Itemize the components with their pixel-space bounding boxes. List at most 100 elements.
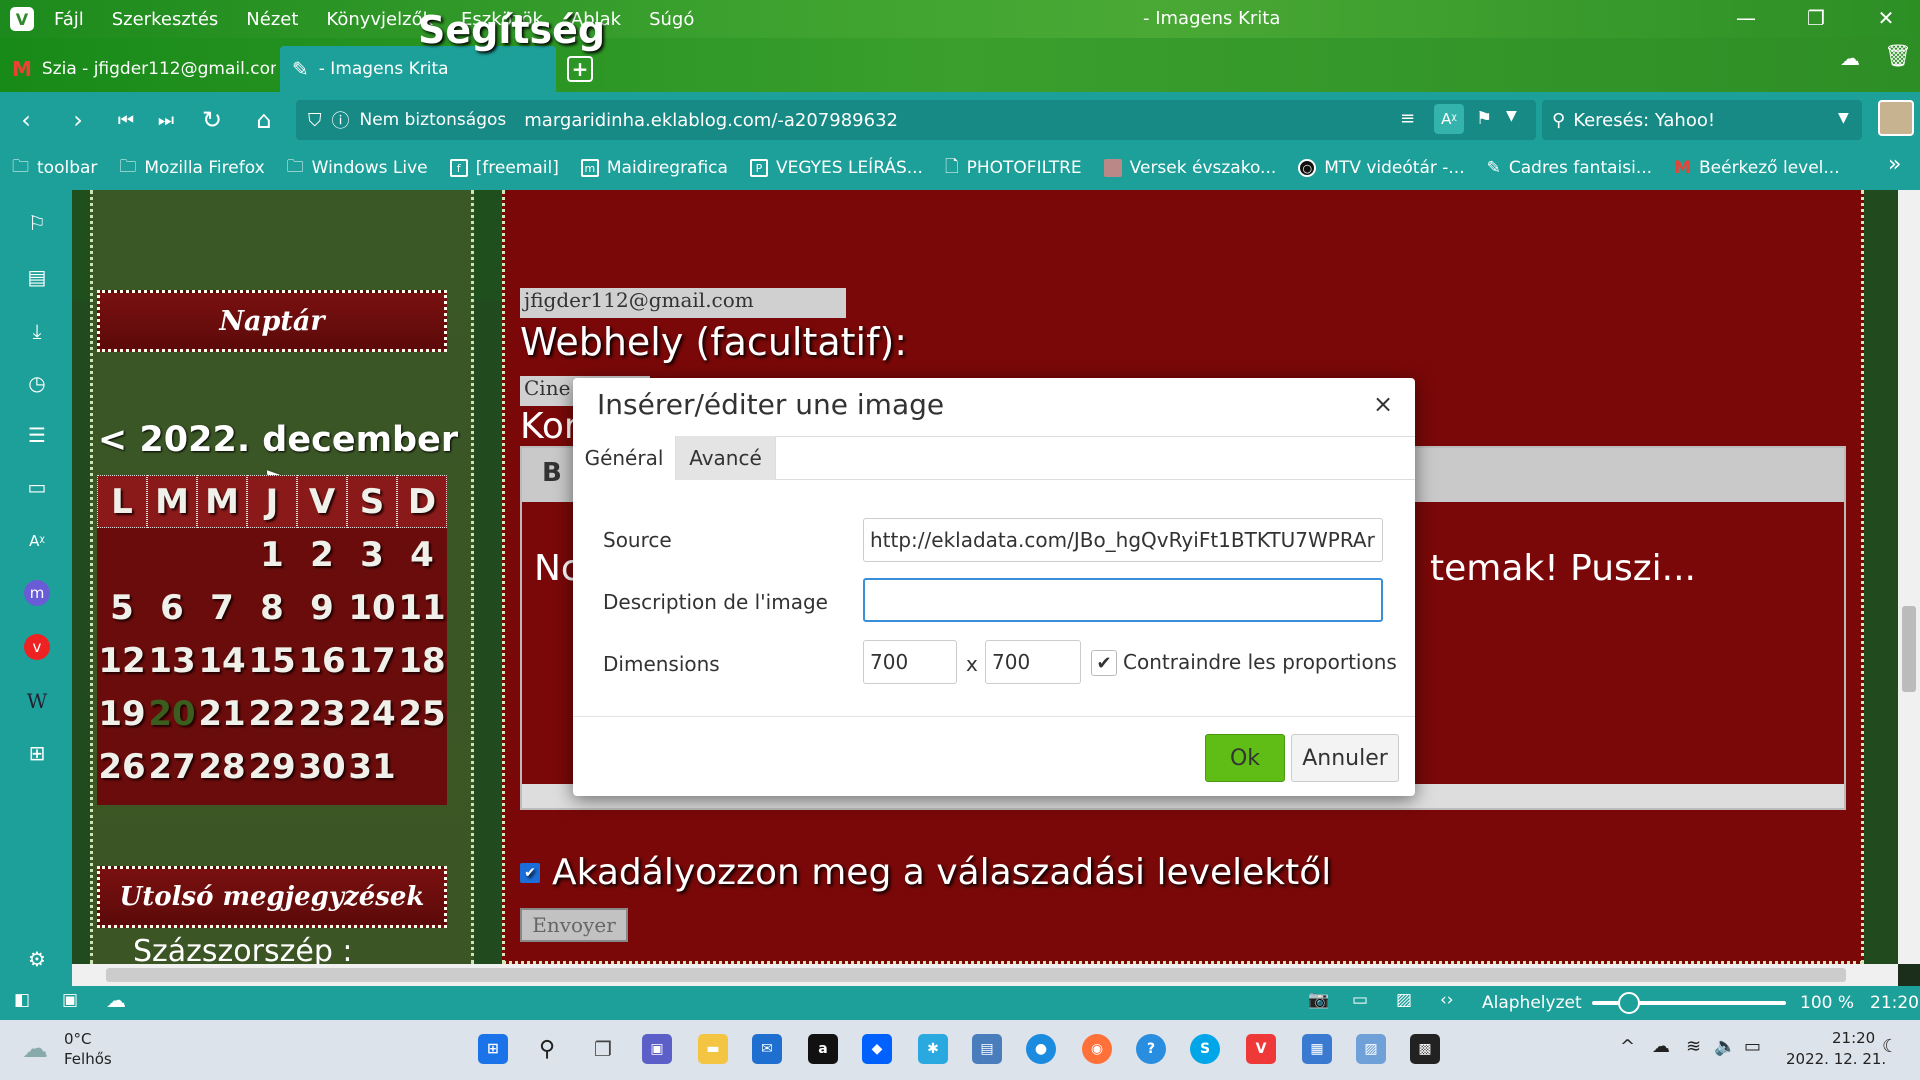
code-icon[interactable]: ‹› [1440,990,1454,1010]
cloud-icon[interactable]: ☁ [1840,46,1860,70]
reload-icon[interactable]: ↻ [196,104,228,136]
file-explorer-icon[interactable]: ▬ [698,1034,728,1064]
bookmarks-panel-icon[interactable]: ⚐ [24,210,50,236]
calendar-day[interactable]: 1 [247,528,297,581]
fastforward-icon[interactable]: ⏭ [150,104,182,136]
chevron-up-icon[interactable]: ^ [1620,1036,1635,1057]
speaker-icon[interactable]: 🔈 [1714,1036,1736,1057]
window-icon[interactable]: ▭ [1352,990,1368,1010]
sync-cloud-icon[interactable]: ☁ [106,988,126,1012]
notes-sub[interactable]: Százszorszép : [133,934,353,964]
bookmark-vegyes[interactable]: P VEGYES LEÍRÁS... [749,158,923,178]
taskbar-time[interactable]: 21:20 [1832,1029,1875,1047]
trash-icon[interactable]: 🗑 [1884,44,1912,69]
calendar-day[interactable]: 13 [147,634,197,687]
checkbox-icon[interactable]: ✔ [520,862,540,883]
calendar-day[interactable]: 3 [347,528,397,581]
wifi-icon[interactable]: ≋ [1686,1036,1701,1057]
calendar-day[interactable]: 17 [347,634,397,687]
calendar-day[interactable]: 5 [97,581,147,634]
restore-icon[interactable]: ❐ [1786,6,1846,30]
new-tab-button[interactable]: + [567,56,593,82]
bookmark-firefox[interactable]: 🗀 Mozilla Firefox [119,154,264,183]
vivaldi-logo-icon[interactable]: V [10,7,34,31]
image-icon[interactable]: ▨ [1396,990,1412,1010]
photo-app-icon[interactable]: ▦ [1302,1034,1332,1064]
calendar-day[interactable]: 7 [197,581,247,634]
translate-panel-icon[interactable]: Aᵡ [24,528,50,554]
calendar-day[interactable]: 20 [147,687,197,740]
app-icon[interactable]: ✱ [918,1034,948,1064]
dropbox-icon[interactable]: ◆ [862,1034,892,1064]
calendar-day[interactable]: 4 [397,528,447,581]
task-view-icon[interactable]: ❐ [588,1034,618,1064]
add-panel-icon[interactable]: ⊞ [24,740,50,766]
calendar-day[interactable]: 27 [147,740,197,793]
help-icon[interactable]: ? [1136,1034,1166,1064]
source-input[interactable]: http://ekladata.com/JBo_hgQvRyiFt1BTKTU7… [863,518,1383,562]
bookmark-photofiltre[interactable]: 🗋 PHOTOFILTRE [945,154,1082,183]
history-icon[interactable]: ◷ [24,370,50,396]
tab-general[interactable]: Général [573,436,676,480]
bookmark-versek[interactable]: Versek évszako... [1103,158,1276,178]
calendar-day[interactable]: 2 [297,528,347,581]
calendar-day[interactable]: 21 [197,687,247,740]
block-replies-checkbox[interactable]: ✔ Akadályozzon meg a válaszadási levelek… [520,852,1331,893]
calendar-day[interactable]: 22 [247,687,297,740]
downloads-icon[interactable]: ⤓ [24,318,50,344]
calendar-day[interactable]: 12 [97,634,147,687]
back-icon[interactable]: ‹ [10,104,42,136]
tab-gmail[interactable]: M Szia - jfigder112@gmail.com [0,46,276,92]
notes-icon[interactable]: ☰ [24,422,50,448]
url-bar[interactable]: ⛉ ⓘ Nem biztonságos margaridinha.eklablo… [296,100,1536,140]
search-input[interactable]: ⚲ Keresés: Yahoo! ▼ [1542,100,1862,140]
calendar-day[interactable]: 29 [247,740,297,793]
search-taskbar-icon[interactable]: ⚲ [532,1034,562,1064]
shield-icon[interactable]: ⛉ [308,110,322,131]
description-input[interactable] [863,578,1383,622]
amazon-icon[interactable]: a [808,1034,838,1064]
calendar-day[interactable]: 24 [347,687,397,740]
menu-bookmarks[interactable]: Könyvjelzők [326,9,433,30]
calendar-day[interactable]: 8 [247,581,297,634]
page-horizontal-scrollbar[interactable] [72,964,1898,986]
bookmark-maidiregrafica[interactable]: m Maidiregrafica [580,158,728,178]
wikipedia-icon[interactable]: W [24,688,50,714]
height-input[interactable]: 700 [985,640,1081,684]
monitor-icon[interactable]: ▤ [972,1034,1002,1064]
minimize-icon[interactable]: — [1716,6,1776,30]
bookmark-windows-live[interactable]: 🗀 Windows Live [287,154,428,183]
more-bookmarks-icon[interactable]: » [1888,152,1901,177]
calendar-day[interactable]: 28 [197,740,247,793]
bookmark-freemail[interactable]: f [freemail] [449,158,559,178]
constrain-checkbox[interactable]: ✔ [1091,650,1117,676]
color-app-icon[interactable]: ▩ [1410,1034,1440,1064]
calendar-day[interactable]: 25 [397,687,447,740]
battery-icon[interactable]: ▭ [1744,1036,1761,1057]
calendar-day[interactable]: 23 [297,687,347,740]
menu-edit[interactable]: Szerkesztés [112,9,219,30]
notifications-icon[interactable]: ☾ [1882,1036,1898,1057]
bold-button[interactable]: B [542,458,562,488]
forward-icon[interactable]: › [62,104,94,136]
vivaldi-panel-icon[interactable]: v [24,634,50,660]
scroll-thumb[interactable] [1902,606,1916,692]
calendar-day[interactable]: 19 [97,687,147,740]
vivaldi-taskbar-icon[interactable]: V [1246,1034,1276,1064]
dropdown-icon[interactable]: ▼ [1506,108,1517,124]
page-vertical-scrollbar[interactable] [1898,190,1920,964]
window-panel-icon[interactable]: ▭ [24,474,50,500]
translate-icon[interactable]: Aᵡ [1434,104,1464,134]
home-icon[interactable]: ⌂ [248,104,280,136]
tile-icon[interactable]: ▣ [62,990,78,1010]
bookmark-mtv[interactable]: ○ MTV videótár -... [1298,158,1465,178]
calendar-day[interactable]: 6 [147,581,197,634]
weather-cloud-icon[interactable]: ☁ [22,1034,48,1064]
reset-label[interactable]: Alaphelyzet [1482,993,1582,1013]
zoom-slider-handle[interactable] [1618,992,1640,1014]
width-input[interactable]: 700 [863,640,957,684]
bookmark-icon[interactable]: ⚑ [1476,108,1492,129]
ok-button[interactable]: Ok [1205,734,1285,782]
close-window-icon[interactable]: ✕ [1856,6,1916,30]
firefox-icon[interactable]: ◉ [1082,1034,1112,1064]
